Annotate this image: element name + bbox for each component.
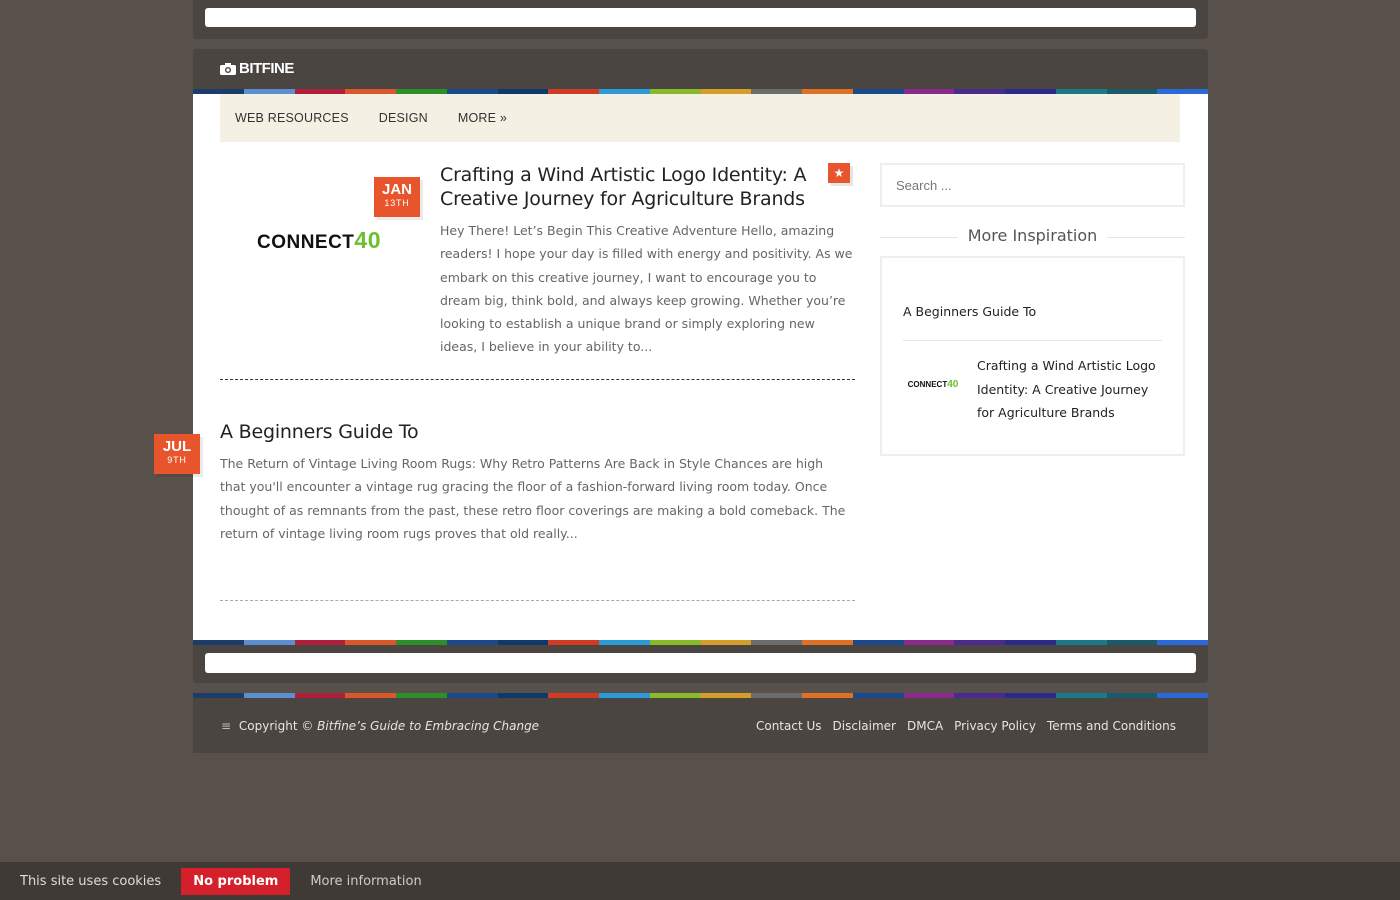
nav-item-more[interactable]: MORE » xyxy=(458,111,507,125)
post-title[interactable]: A Beginners Guide To xyxy=(220,420,855,444)
widget-post-item[interactable]: CONNECT 40 Crafting a Wind Artistic Logo … xyxy=(903,354,1167,425)
footer-link-terms[interactable]: Terms and Conditions xyxy=(1047,719,1176,733)
widget-post-thumbnail[interactable]: CONNECT 40 xyxy=(903,354,963,414)
logo-word: CONNECT xyxy=(256,232,355,253)
footer-link-contact[interactable]: Contact Us xyxy=(756,719,822,733)
post-date-badge: JAN 13TH xyxy=(374,177,420,217)
bottom-ad-bar xyxy=(193,645,1208,683)
post-divider xyxy=(220,379,855,380)
copyright-site[interactable]: Bitfine’s Guide to Embracing Change xyxy=(317,719,539,733)
cookie-text: This site uses cookies xyxy=(20,873,162,889)
copyright-prefix: Copyright © xyxy=(238,719,314,733)
search-input[interactable] xyxy=(880,163,1185,207)
inspiration-widget: A Beginners Guide To CONNECT 40 Crafting … xyxy=(880,256,1185,456)
post-excerpt: Hey There! Let’s Begin This Creative Adv… xyxy=(440,223,853,355)
logo-number: 40 xyxy=(354,227,382,253)
date-month: JUL xyxy=(162,438,192,455)
date-day: 13TH xyxy=(384,198,410,208)
site-header: BITFINE xyxy=(193,49,1208,89)
logo-number: 40 xyxy=(947,378,959,390)
top-ad-strip xyxy=(205,8,1196,27)
connect40-logo: CONNECT40 xyxy=(257,227,381,254)
post-excerpt: The Return of Vintage Living Room Rugs: … xyxy=(220,456,846,541)
post-divider xyxy=(220,600,855,601)
post-title[interactable]: Crafting a Wind Artistic Logo Identity: … xyxy=(440,163,825,211)
widget-post-title[interactable]: Crafting a Wind Artistic Logo Identity: … xyxy=(977,354,1167,425)
sidebar: More Inspiration A Beginners Guide To CO… xyxy=(880,163,1185,456)
footer-link-disclaimer[interactable]: Disclaimer xyxy=(833,719,896,733)
footer-link-dmca[interactable]: DMCA xyxy=(907,719,943,733)
post-card: JUL 9TH A Beginners Guide To The Return … xyxy=(154,420,855,545)
widget-link[interactable]: A Beginners Guide To xyxy=(903,304,1036,319)
post-date-badge: JUL 9TH xyxy=(154,434,200,474)
camera-icon xyxy=(220,62,236,75)
cookie-more-info-link[interactable]: More information xyxy=(310,874,421,889)
logo-word: CONNECT xyxy=(907,379,948,389)
nav-item-web-resources[interactable]: WEB RESOURCES xyxy=(235,111,349,125)
copyright: ≡ Copyright © Bitfine’s Guide to Embraci… xyxy=(221,719,539,733)
cookie-accept-button[interactable]: No problem xyxy=(181,867,291,895)
main-content: WEB RESOURCES DESIGN MORE » CONNECT40 JA… xyxy=(154,94,1208,641)
site-footer: ≡ Copyright © Bitfine’s Guide to Embraci… xyxy=(193,698,1208,753)
cookie-bar: This site uses cookies No problem More i… xyxy=(0,862,1400,900)
site-logo[interactable]: BITFINE xyxy=(220,60,294,77)
footer-links: Contact Us Disclaimer DMCA Privacy Polic… xyxy=(745,719,1176,733)
site-logo-text: BITFINE xyxy=(239,60,294,77)
widget-title: More Inspiration xyxy=(880,226,1185,248)
nav-item-design[interactable]: DESIGN xyxy=(379,111,428,125)
date-month: JAN xyxy=(381,181,412,198)
top-ad-bar xyxy=(193,0,1208,39)
widget-divider xyxy=(903,340,1162,341)
footer-link-privacy[interactable]: Privacy Policy xyxy=(954,719,1036,733)
menu-icon: ≡ xyxy=(221,719,232,733)
date-day: 9TH xyxy=(167,455,187,465)
widget-title-text: More Inspiration xyxy=(957,226,1108,245)
bottom-ad-strip xyxy=(205,653,1196,673)
star-icon: ★ xyxy=(828,163,850,183)
main-nav: WEB RESOURCES DESIGN MORE » xyxy=(220,94,1180,142)
